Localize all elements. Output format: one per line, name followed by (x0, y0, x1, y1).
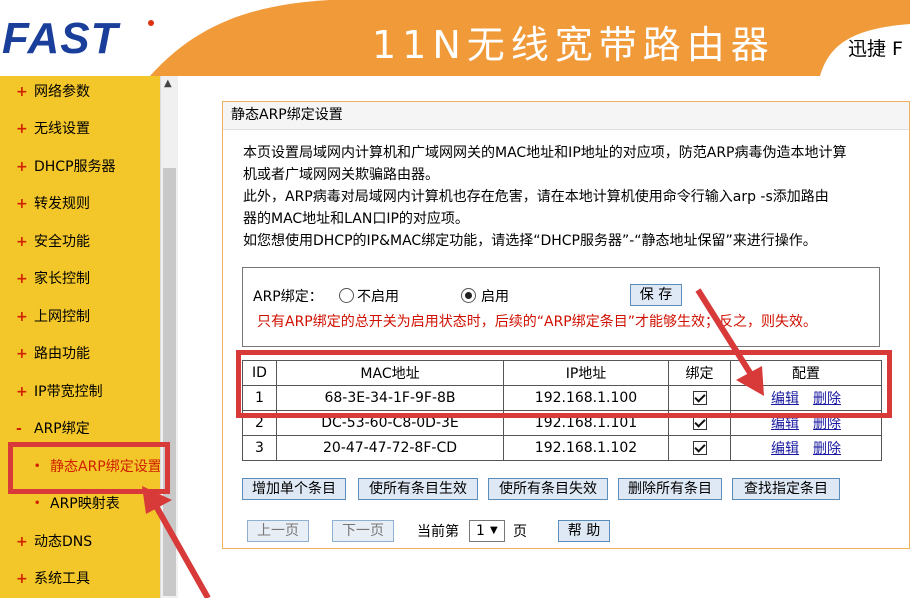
sidebar-highlight-box (8, 442, 170, 494)
help-button[interactable]: 帮 助 (558, 520, 610, 542)
description-line: 此外，ARP病毒对局域网内计算机也存在危害，请在本地计算机使用命令行输入arp … (243, 189, 829, 205)
sidebar-item-label: DHCP服务器 (34, 159, 116, 175)
product-subtitle: 迅捷 F (848, 38, 903, 60)
prev-page-button[interactable]: 上一页 (247, 520, 309, 542)
table-highlight-box (236, 350, 892, 418)
sidebar-item-label: 转发规则 (34, 196, 90, 212)
plus-icon: + (16, 84, 28, 100)
sidebar-item-routing[interactable]: + 路由功能 (0, 336, 160, 372)
row-mac: 20-47-47-72-8F-CD (276, 435, 504, 461)
plus-icon: + (16, 196, 28, 212)
table-row: 3 20-47-47-72-8F-CD 192.168.1.102 编辑 删除 (242, 435, 882, 461)
row-ip: 192.168.1.102 (503, 435, 669, 461)
edit-link[interactable]: 编辑 (771, 416, 799, 432)
description-line: 如您想使用DHCP的IP&MAC绑定功能，请选择“DHCP服务器”-“静态地址保… (243, 233, 817, 249)
row-bind-cell (668, 435, 731, 461)
logo-dot (148, 20, 154, 26)
sidebar-scrollbar[interactable]: ▲ (160, 76, 178, 598)
sidebar-item-forwarding[interactable]: + 转发规则 (0, 186, 160, 222)
radio-disable-label[interactable]: 不启用 (357, 286, 399, 306)
arp-switch-label: ARP绑定： (253, 289, 323, 305)
sidebar-item-label: IP带宽控制 (34, 384, 103, 400)
sidebar-item-label: 安全功能 (34, 234, 90, 250)
scroll-thumb[interactable] (163, 168, 176, 596)
plus-icon: + (16, 346, 28, 362)
delete-link[interactable]: 删除 (813, 416, 841, 432)
plus-icon: + (16, 384, 28, 400)
radio-enable[interactable] (461, 288, 476, 303)
bind-checkbox[interactable] (692, 416, 707, 430)
edit-link[interactable]: 编辑 (771, 441, 799, 457)
description-line: 本页设置局域网内计算机和广域网网关的MAC地址和IP地址的对应项，防范ARP病毒… (243, 145, 847, 161)
plus-icon: + (16, 159, 28, 175)
sidebar-item-system-tools[interactable]: + 系统工具 (0, 561, 160, 597)
sidebar-item-dhcp[interactable]: + DHCP服务器 (0, 149, 160, 185)
sidebar-item-label: 路由功能 (34, 346, 90, 362)
panel-title: 静态ARP绑定设置 (223, 102, 909, 130)
enable-all-button[interactable]: 使所有条目生效 (358, 478, 478, 500)
radio-enable-label[interactable]: 启用 (481, 286, 509, 306)
save-button[interactable]: 保 存 (630, 284, 682, 306)
arp-switch-warning: 只有ARP绑定的总开关为启用状态时，后续的“ARP绑定条目”才能够生效；反之，则… (257, 314, 817, 330)
sidebar-item-wireless[interactable]: + 无线设置 (0, 111, 160, 147)
sidebar-item-label: 上网控制 (34, 309, 90, 325)
description-line: 器的MAC地址和LAN口IP的对应项。 (243, 211, 469, 227)
sidebar-item-label: 网络参数 (34, 84, 90, 100)
sidebar-item-bandwidth[interactable]: + IP带宽控制 (0, 374, 160, 410)
page-select-value: 1 (476, 523, 485, 539)
chevron-down-icon: ▼ (490, 525, 498, 536)
current-page-label: 当前第 (417, 524, 459, 540)
arp-switch-box: ARP绑定： 不启用 启用 保 存 只有ARP绑定的总开关为启用状态时，后续的“… (242, 267, 880, 347)
next-page-button[interactable]: 下一页 (332, 520, 394, 542)
sidebar-item-ddns[interactable]: + 动态DNS (0, 524, 160, 560)
row-id: 3 (242, 435, 277, 461)
sidebar-item-label: 动态DNS (34, 534, 93, 550)
plus-icon: + (16, 271, 28, 287)
sidebar-item-access-control[interactable]: + 上网控制 (0, 299, 160, 335)
sidebar-item-security[interactable]: + 安全功能 (0, 224, 160, 260)
delete-link[interactable]: 删除 (813, 441, 841, 457)
header-banner: FAST 11N无线宽带路由器 迅捷 F (0, 0, 910, 76)
plus-icon: + (16, 309, 28, 325)
scroll-up-icon[interactable]: ▲ (164, 78, 172, 89)
radio-disable[interactable] (339, 288, 354, 303)
page-unit-label: 页 (513, 524, 527, 540)
add-entry-button[interactable]: 增加单个条目 (242, 478, 346, 500)
product-title: 11N无线宽带路由器 (372, 23, 775, 67)
sidebar-item-label: 家长控制 (34, 271, 90, 287)
sidebar-item-parental[interactable]: + 家长控制 (0, 261, 160, 297)
row-actions: 编辑 删除 (730, 435, 882, 461)
plus-icon: + (16, 121, 28, 137)
sidebar-item-label: 无线设置 (34, 121, 90, 137)
find-entry-button[interactable]: 查找指定条目 (732, 478, 840, 500)
disable-all-button[interactable]: 使所有条目失效 (488, 478, 608, 500)
bind-checkbox[interactable] (692, 441, 707, 455)
delete-all-button[interactable]: 删除所有条目 (618, 478, 722, 500)
sidebar-item-label: 系统工具 (34, 571, 90, 587)
plus-icon: + (16, 571, 28, 587)
plus-icon: + (16, 234, 28, 250)
page-select[interactable]: 1 ▼ (469, 520, 505, 542)
description-line: 机或者广域网网关欺骗路由器。 (243, 167, 439, 183)
sidebar-menu: + 网络参数 + 无线设置 + DHCP服务器 + 转发规则 + 安全功能 + … (0, 74, 162, 598)
sidebar-item-network[interactable]: + 网络参数 (0, 74, 160, 110)
fast-logo: FAST (2, 14, 119, 63)
static-arp-panel: 静态ARP绑定设置 本页设置局域网内计算机和广域网网关的MAC地址和IP地址的对… (222, 101, 910, 549)
plus-icon: + (16, 534, 28, 550)
